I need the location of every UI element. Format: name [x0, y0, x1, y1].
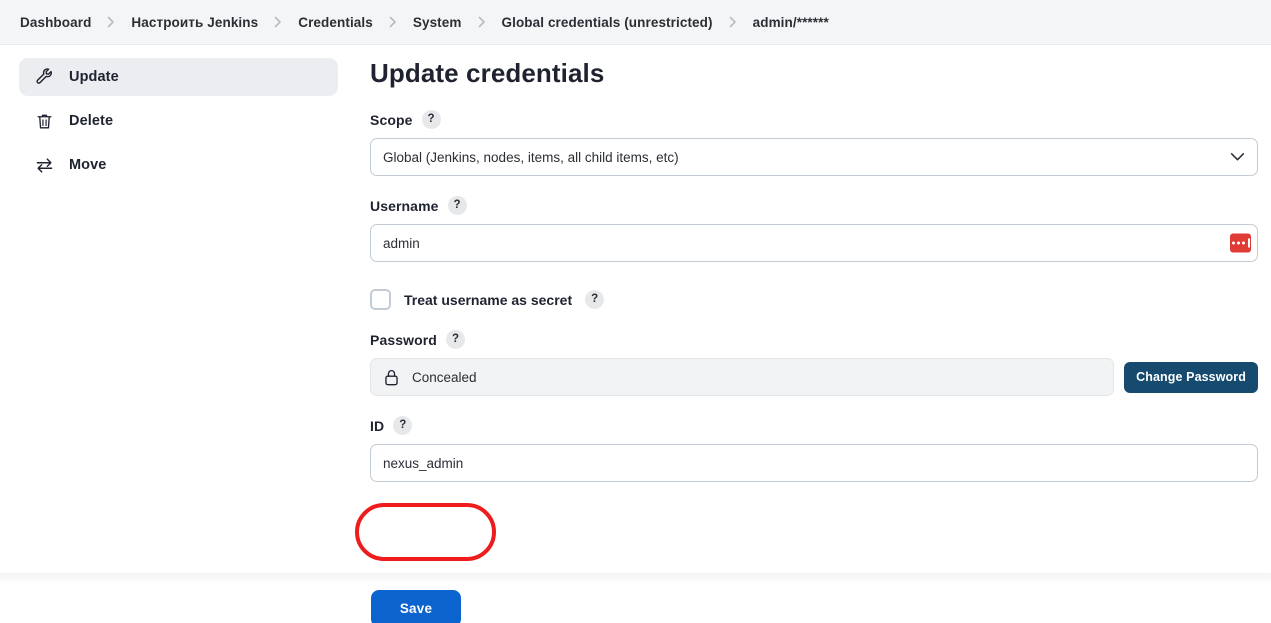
password-field-block: Password ? Concealed Change Password — [370, 330, 1258, 396]
content-fade-divider — [0, 573, 1271, 585]
id-input[interactable]: nexus_admin — [370, 444, 1258, 482]
sidebar-item-label: Delete — [69, 113, 114, 129]
help-icon[interactable]: ? — [447, 196, 467, 215]
help-icon[interactable]: ? — [393, 416, 413, 435]
scope-field-block: Scope ? Global (Jenkins, nodes, items, a… — [370, 110, 1258, 176]
form-footer-bar — [0, 585, 1271, 623]
password-row: Concealed Change Password — [370, 358, 1258, 396]
sidebar-item-update[interactable]: Update — [19, 58, 338, 96]
breadcrumb-item-dashboard[interactable]: Dashboard — [18, 13, 93, 32]
treat-username-as-secret-label: Treat username as secret — [404, 291, 573, 308]
lock-icon — [384, 369, 399, 386]
sidebar-item-label: Move — [69, 157, 107, 173]
username-input[interactable]: admin — [370, 224, 1258, 262]
scope-label-row: Scope ? — [370, 110, 1258, 129]
chevron-right-icon — [715, 16, 751, 28]
id-label-row: ID ? — [370, 416, 1258, 435]
breadcrumb-item-system[interactable]: System — [411, 13, 464, 32]
chevron-right-icon — [93, 16, 129, 28]
treat-username-as-secret-row: Treat username as secret ? — [370, 289, 1258, 310]
chevron-right-icon — [464, 16, 500, 28]
password-input: Concealed — [370, 358, 1115, 396]
scope-select-value: Global (Jenkins, nodes, items, all child… — [383, 149, 679, 165]
username-field-block: Username ? admin — [370, 196, 1258, 262]
sidebar: Update Delete Move — [0, 45, 358, 623]
id-field-block: ID ? nexus_admin — [370, 416, 1258, 482]
password-manager-icon[interactable] — [1230, 233, 1251, 253]
trash-icon — [33, 110, 55, 132]
username-label: Username — [370, 197, 439, 214]
help-icon[interactable]: ? — [421, 110, 441, 129]
change-password-button[interactable]: Change Password — [1124, 361, 1258, 393]
help-icon[interactable]: ? — [585, 290, 605, 309]
username-input-value: admin — [383, 235, 420, 251]
help-icon[interactable]: ? — [445, 330, 465, 349]
breadcrumb: Dashboard Настроить Jenkins Credentials … — [0, 0, 1271, 45]
sidebar-item-move[interactable]: Move — [19, 146, 338, 184]
id-label: ID — [370, 417, 385, 434]
password-concealed-text: Concealed — [412, 369, 477, 385]
transfer-arrows-icon — [33, 154, 55, 176]
body-wrapper: Update Delete Move Update credentials Sc… — [0, 45, 1271, 623]
save-button[interactable]: Save — [371, 590, 461, 623]
breadcrumb-item-configure-jenkins[interactable]: Настроить Jenkins — [129, 13, 260, 32]
id-input-value: nexus_admin — [383, 455, 464, 471]
chevron-down-icon — [1230, 153, 1245, 162]
scope-label: Scope — [370, 111, 413, 128]
treat-username-as-secret-checkbox[interactable] — [370, 289, 391, 310]
sidebar-item-delete[interactable]: Delete — [19, 102, 338, 140]
breadcrumb-item-global-credentials[interactable]: Global credentials (unrestricted) — [500, 13, 715, 32]
main-content: Update credentials Scope ? Global (Jenki… — [358, 45, 1271, 623]
sidebar-item-label: Update — [69, 69, 119, 85]
wrench-icon — [33, 66, 55, 88]
page-title: Update credentials — [370, 58, 605, 88]
username-label-row: Username ? — [370, 196, 1258, 215]
chevron-right-icon — [260, 16, 296, 28]
password-label: Password — [370, 331, 437, 348]
password-label-row: Password ? — [370, 330, 1258, 349]
scope-select[interactable]: Global (Jenkins, nodes, items, all child… — [370, 138, 1258, 176]
jenkins-update-credentials-page: Dashboard Настроить Jenkins Credentials … — [0, 0, 1271, 623]
breadcrumb-item-credentials[interactable]: Credentials — [296, 13, 375, 32]
chevron-right-icon — [375, 16, 411, 28]
breadcrumb-item-current-credential[interactable]: admin/****** — [751, 13, 831, 32]
